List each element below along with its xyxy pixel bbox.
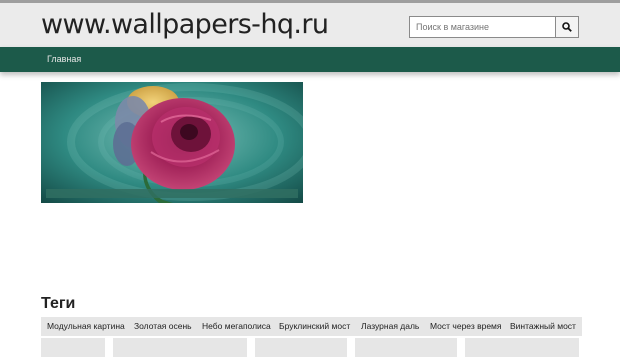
tag-item[interactable]	[255, 338, 347, 357]
tag-item[interactable]: Золотая осень	[128, 317, 198, 336]
search-icon	[562, 22, 572, 32]
tag-item[interactable]	[465, 338, 579, 357]
tag-item[interactable]: Небо мегаполиса	[196, 317, 277, 336]
tag-item[interactable]: Мост через время	[424, 317, 508, 336]
site-logo[interactable]: www.wallpapers-hq.ru	[41, 9, 329, 41]
site-header: www.wallpapers-hq.ru	[0, 3, 620, 47]
search-input[interactable]	[409, 16, 556, 38]
tag-item[interactable]	[355, 338, 457, 357]
featured-banner[interactable]	[41, 82, 303, 203]
main-nav: Главная	[0, 47, 620, 72]
rose-image	[41, 82, 303, 203]
banner-caption-bar	[46, 189, 298, 198]
tag-item[interactable]: Лазурная даль	[355, 317, 426, 336]
tags-heading: Теги	[41, 295, 76, 312]
tag-item[interactable]: Винтажный мост	[504, 317, 582, 336]
tag-item[interactable]	[41, 338, 105, 357]
tag-item[interactable]: Модульная картина	[41, 317, 131, 336]
tag-item[interactable]: Бруклинский мост	[273, 317, 357, 336]
search-button[interactable]	[556, 16, 579, 38]
tag-item[interactable]	[113, 338, 247, 357]
nav-item-home[interactable]: Главная	[47, 54, 81, 64]
